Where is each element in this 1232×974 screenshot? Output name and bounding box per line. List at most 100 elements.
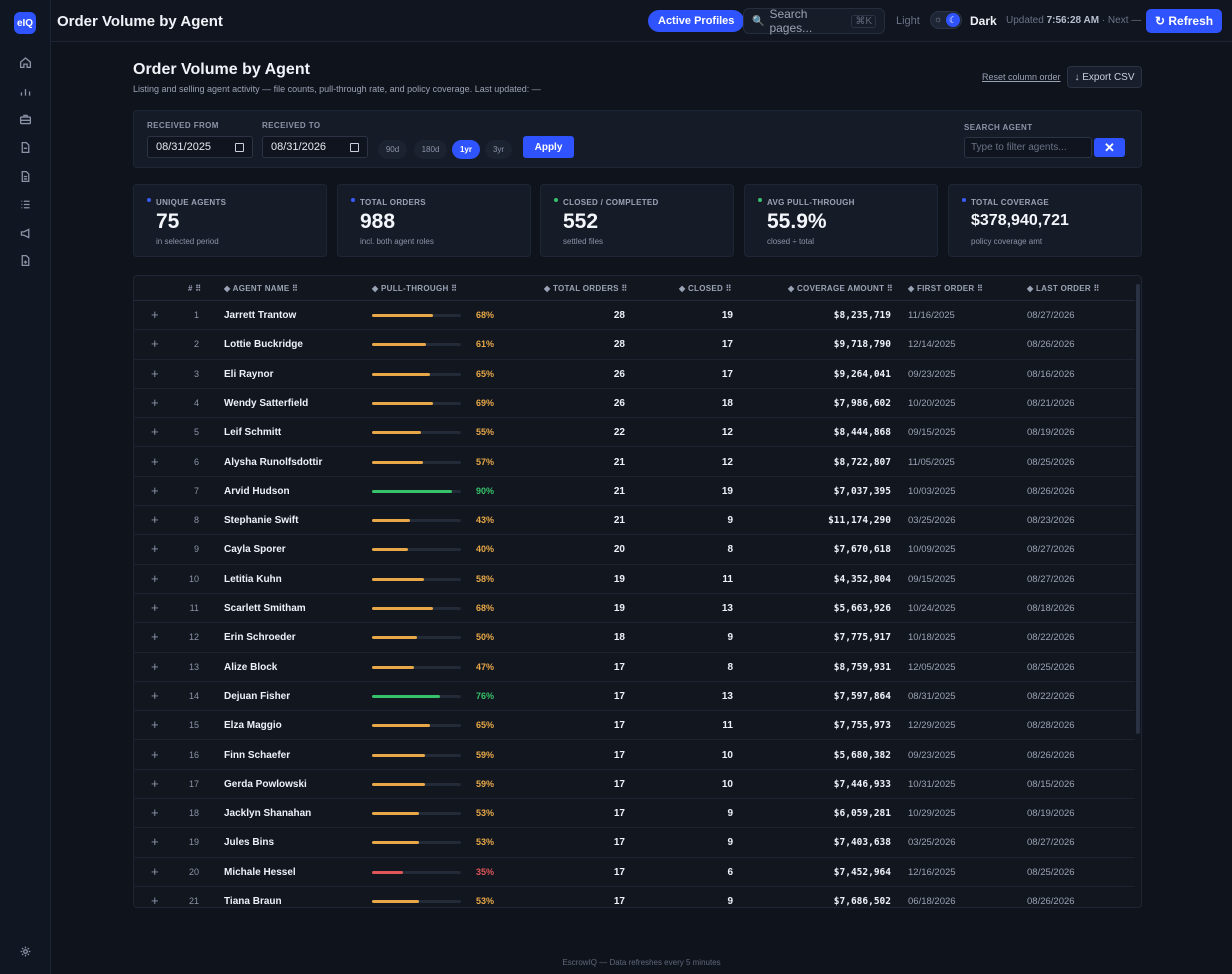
agent-name-cell[interactable]: Stephanie Swift (224, 515, 298, 526)
table-row[interactable]: +5 Leif Schmitt 55% 22 12 $8,444,868 09/15/202… (134, 418, 1135, 448)
expand-row-button[interactable]: + (151, 366, 159, 381)
document-icon[interactable] (17, 168, 33, 184)
agent-name-cell[interactable]: Elza Maggio (224, 720, 282, 731)
search-agent-input[interactable]: Type to filter agents... (964, 137, 1092, 158)
agent-name-cell[interactable]: Leif Schmitt (224, 427, 281, 438)
expand-row-button[interactable]: + (151, 600, 159, 615)
col-closed[interactable]: ◆ CLOSED ⠿ (679, 284, 732, 293)
agent-name-cell[interactable]: Gerda Powlowski (224, 779, 307, 790)
agent-name-cell[interactable]: Eli Raynor (224, 369, 273, 380)
stat-sub: policy coverage amt (971, 237, 1043, 246)
settings-icon[interactable] (17, 943, 33, 959)
received-to-input[interactable]: 08/31/2026 (262, 136, 368, 158)
expand-row-button[interactable]: + (151, 307, 159, 322)
theme-light-label[interactable]: Light (896, 15, 920, 27)
range-180d-button[interactable]: 180d (414, 140, 447, 159)
expand-row-button[interactable]: + (151, 805, 159, 820)
table-row[interactable]: +16 Finn Schaefer 59% 17 10 $5,680,382 09/23/2… (134, 741, 1135, 770)
table-row[interactable]: +8 Stephanie Swift 43% 21 9 $11,174,290 03/25/… (134, 506, 1135, 536)
agent-name-cell[interactable]: Arvid Hudson (224, 486, 290, 497)
col-last-order[interactable]: ◆ LAST ORDER ⠿ (1027, 284, 1100, 293)
table-row[interactable]: +15 Elza Maggio 65% 17 11 $7,755,973 12/29/202… (134, 711, 1135, 741)
theme-toggle[interactable]: ☼ ☾ (930, 11, 962, 29)
expand-row-button[interactable]: + (151, 659, 159, 674)
reset-column-order-link[interactable]: Reset column order (982, 72, 1061, 82)
file-icon[interactable] (17, 139, 33, 155)
table-row[interactable]: +20 Michale Hessel 35% 17 6 $7,452,964 12/16/2… (134, 858, 1135, 887)
expand-row-button[interactable]: + (151, 571, 159, 586)
table-row[interactable]: +1 Jarrett Trantow 68% 28 19 $8,235,719 11/16/… (134, 301, 1135, 331)
range-3yr-button[interactable]: 3yr (485, 140, 512, 159)
table-row[interactable]: +7 Arvid Hudson 90% 21 19 $7,037,395 10/03/202… (134, 477, 1135, 507)
expand-row-button[interactable]: + (151, 512, 159, 527)
expand-row-button[interactable]: + (151, 864, 159, 879)
expand-row-button[interactable]: + (151, 717, 159, 732)
table-row[interactable]: +4 Wendy Satterfield 69% 26 18 $7,986,602 10/2… (134, 389, 1135, 419)
table-row[interactable]: +19 Jules Bins 53% 17 9 $7,403,638 03/25/2026 0… (134, 828, 1135, 858)
apply-button[interactable]: Apply (523, 136, 574, 158)
agent-name-cell[interactable]: Cayla Sporer (224, 544, 286, 555)
table-row[interactable]: +11 Scarlett Smitham 68% 19 13 $5,663,926 10/2… (134, 594, 1135, 624)
expand-row-button[interactable]: + (151, 336, 159, 351)
table-row[interactable]: +6 Alysha Runolfsdottir 57% 21 12 $8,722,807 1… (134, 448, 1135, 477)
expand-row-button[interactable]: + (151, 483, 159, 498)
table-row[interactable]: +21 Tiana Braun 53% 17 9 $7,686,502 06/18/2026… (134, 887, 1135, 907)
col-pull-through[interactable]: ◆ PULL-THROUGH ⠿ (372, 284, 457, 293)
table-row[interactable]: +2 Lottie Buckridge 61% 28 17 $9,718,790 12/14… (134, 330, 1135, 360)
table-row[interactable]: +14 Dejuan Fisher 76% 17 13 $7,597,864 08/31/2… (134, 682, 1135, 712)
table-row[interactable]: +9 Cayla Sporer 40% 20 8 $7,670,618 10/09/2025… (134, 535, 1135, 565)
agent-name-cell[interactable]: Finn Schaefer (224, 750, 290, 761)
clear-search-button[interactable]: ✕ (1094, 138, 1125, 157)
briefcase-icon[interactable] (17, 111, 33, 127)
agent-name-cell[interactable]: Tiana Braun (224, 896, 282, 907)
chart-icon[interactable] (17, 83, 33, 99)
received-from-input[interactable]: 08/31/2025 (147, 136, 253, 158)
list-icon[interactable] (17, 196, 33, 212)
table-row[interactable]: +17 Gerda Powlowski 59% 17 10 $7,446,933 10/31… (134, 770, 1135, 800)
agent-name-cell[interactable]: Alize Block (224, 662, 277, 673)
agent-name-cell[interactable]: Dejuan Fisher (224, 691, 290, 702)
agent-name-cell[interactable]: Jarrett Trantow (224, 310, 296, 321)
agent-name-cell[interactable]: Alysha Runolfsdottir (224, 457, 322, 468)
report-icon[interactable] (17, 252, 33, 268)
table-row[interactable]: +12 Erin Schroeder 50% 18 9 $7,775,917 10/18/2… (134, 623, 1135, 653)
expand-row-button[interactable]: + (151, 629, 159, 644)
col-rank[interactable]: # ⠿ (188, 284, 201, 293)
home-icon[interactable] (17, 54, 33, 70)
megaphone-icon[interactable] (17, 225, 33, 241)
range-90d-button[interactable]: 90d (378, 140, 407, 159)
agent-name-cell[interactable]: Lottie Buckridge (224, 339, 303, 350)
expand-row-button[interactable]: + (151, 395, 159, 410)
expand-row-button[interactable]: + (151, 541, 159, 556)
agent-name-cell[interactable]: Letitia Kuhn (224, 574, 282, 585)
export-csv-button[interactable]: ↓ Export CSV (1067, 66, 1142, 88)
table-row[interactable]: +18 Jacklyn Shanahan 53% 17 9 $6,059,281 10/29… (134, 799, 1135, 829)
table-row[interactable]: +13 Alize Block 47% 17 8 $8,759,931 12/05/2025… (134, 653, 1135, 682)
table-scrollbar[interactable] (1136, 284, 1140, 734)
expand-row-button[interactable]: + (151, 747, 159, 762)
agent-name-cell[interactable]: Jules Bins (224, 837, 274, 848)
range-1yr-button[interactable]: 1yr (452, 140, 480, 159)
expand-row-button[interactable]: + (151, 834, 159, 849)
agent-name-cell[interactable]: Erin Schroeder (224, 632, 296, 643)
expand-row-button[interactable]: + (151, 424, 159, 439)
col-coverage-amount[interactable]: ◆ COVERAGE AMOUNT ⠿ (788, 284, 893, 293)
col-total-orders[interactable]: ◆ TOTAL ORDERS ⠿ (544, 284, 627, 293)
expand-row-button[interactable]: + (151, 776, 159, 791)
expand-row-button[interactable]: + (151, 688, 159, 703)
refresh-button[interactable]: ↻ Refresh (1146, 9, 1223, 33)
agent-name-cell[interactable]: Michale Hessel (224, 867, 296, 878)
col-first-order[interactable]: ◆ FIRST ORDER ⠿ (908, 284, 983, 293)
agent-name-cell[interactable]: Scarlett Smitham (224, 603, 306, 614)
active-profiles-button[interactable]: Active Profiles (648, 10, 745, 32)
expand-row-button[interactable]: + (151, 893, 159, 907)
theme-dark-label[interactable]: Dark (970, 14, 997, 28)
table-row[interactable]: +10 Letitia Kuhn 58% 19 11 $4,352,804 09/15/20… (134, 565, 1135, 594)
agent-name-cell[interactable]: Wendy Satterfield (224, 398, 308, 409)
search-pages-input[interactable]: 🔍 Search pages... ⌘K (743, 7, 885, 35)
expand-row-button[interactable]: + (151, 454, 159, 469)
agent-name-cell[interactable]: Jacklyn Shanahan (224, 808, 311, 819)
app-logo[interactable]: eIQ (14, 12, 36, 34)
col-agent-name[interactable]: ◆ AGENT NAME ⠿ (224, 284, 298, 293)
table-row[interactable]: +3 Eli Raynor 65% 26 17 $9,264,041 09/23/2025 0… (134, 360, 1135, 389)
